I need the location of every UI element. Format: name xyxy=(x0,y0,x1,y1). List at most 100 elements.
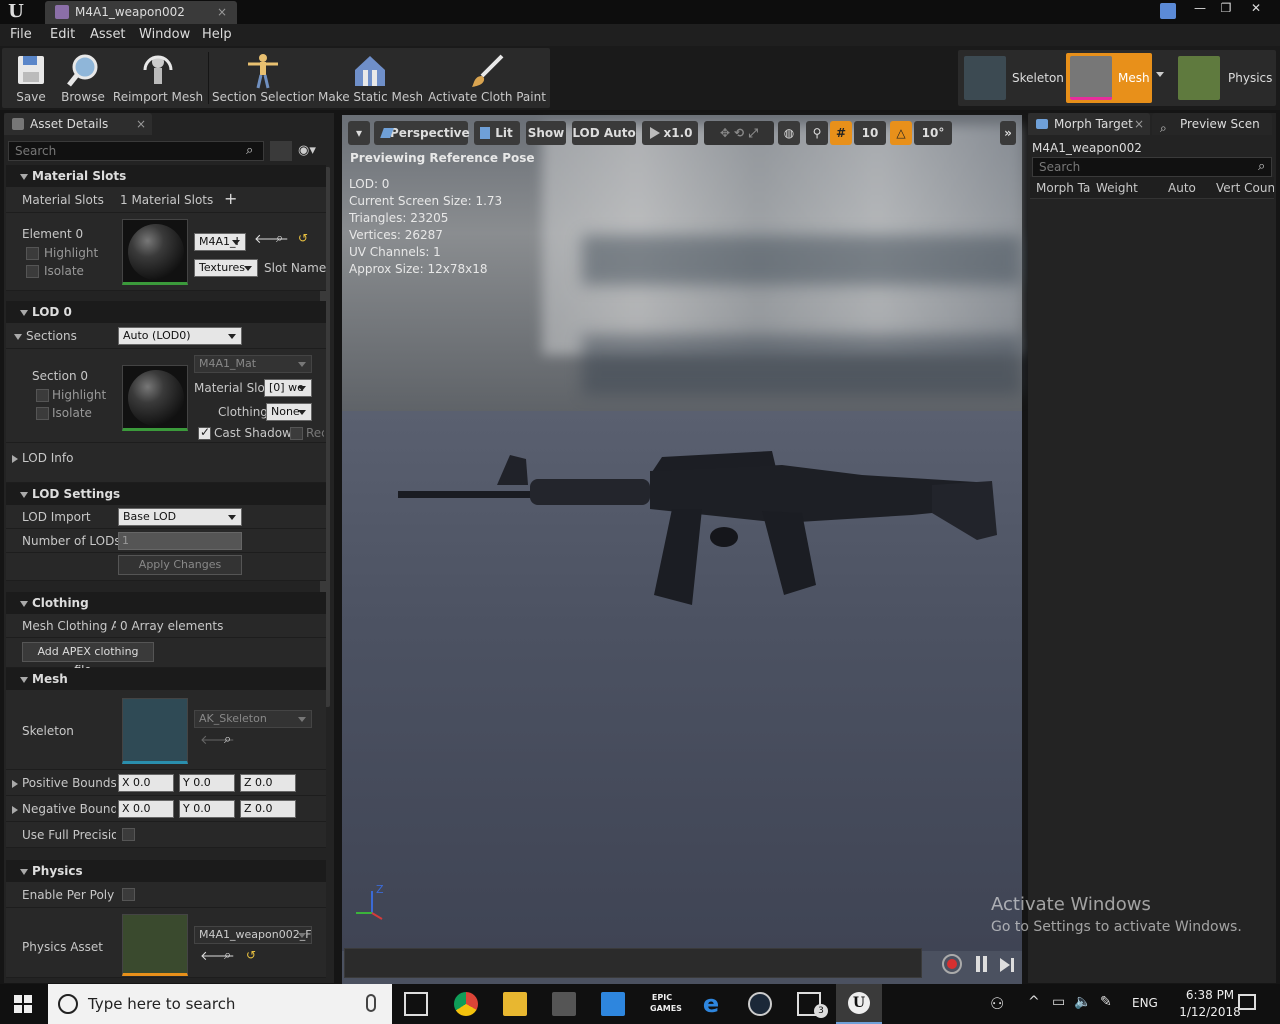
category-material-slots[interactable]: Material Slots xyxy=(6,165,326,187)
grid-snap-icon[interactable]: # xyxy=(830,121,852,145)
viewport[interactable]: ▾ Perspective Lit Show LOD Auto x1.0 ✥ ⟲… xyxy=(342,115,1022,985)
reimport-mesh-button[interactable]: Reimport Mesh xyxy=(112,48,204,108)
mode-skeleton[interactable]: Skeleton xyxy=(960,53,1066,103)
morph-search-input[interactable]: Search xyxy=(1032,157,1272,177)
lod-auto-button[interactable]: LOD Auto xyxy=(572,121,636,145)
isolate-checkbox[interactable] xyxy=(26,265,39,278)
close-morph-tab-icon[interactable]: × xyxy=(1134,113,1144,135)
clothing-combo[interactable]: None xyxy=(266,403,312,421)
category-mesh[interactable]: Mesh xyxy=(6,668,326,690)
world-local-icon[interactable]: ◍ xyxy=(778,121,800,145)
people-icon[interactable]: ⚇ xyxy=(990,994,1004,1013)
viewport-expand-icon[interactable]: » xyxy=(1000,121,1016,145)
tray-chevron-icon[interactable]: ^ xyxy=(1028,994,1040,1010)
unreal-taskbar-button[interactable]: U xyxy=(836,984,882,1024)
skeleton-browse-icon[interactable]: ⌕ xyxy=(224,732,231,747)
category-physics[interactable]: Physics xyxy=(6,860,326,882)
cast-shadows-checkbox[interactable] xyxy=(198,425,211,440)
minimize-button[interactable]: — xyxy=(1186,0,1214,18)
timeline-scrubber[interactable] xyxy=(344,948,922,978)
negative-bounds-label[interactable]: Negative Bounds I xyxy=(12,802,116,816)
playback-speed-button[interactable]: x1.0 xyxy=(642,121,698,145)
close-tab-icon[interactable]: × xyxy=(217,1,227,23)
recompute-checkbox[interactable] xyxy=(290,427,303,440)
use-selected-arrow-icon[interactable]: 🡐 xyxy=(254,231,289,247)
edge-icon[interactable]: e xyxy=(699,992,723,1016)
negative-bounds-y[interactable]: Y 0.0 xyxy=(179,800,235,818)
pause-button[interactable] xyxy=(974,954,990,974)
category-lod-settings[interactable]: LOD Settings xyxy=(6,483,326,505)
positive-bounds-label[interactable]: Positive Bounds E xyxy=(12,776,116,790)
sections-label[interactable]: Sections xyxy=(14,329,77,343)
num-lods-input[interactable]: 1 xyxy=(118,532,242,550)
asset-details-tab[interactable]: Asset Details × xyxy=(4,113,152,135)
windows-start-icon[interactable] xyxy=(14,995,32,1013)
column-auto[interactable]: Auto xyxy=(1168,181,1196,195)
positive-bounds-y[interactable]: Y 0.0 xyxy=(179,774,235,792)
language-indicator[interactable]: ENG xyxy=(1132,996,1158,1010)
reset-icon[interactable]: ↺ xyxy=(298,231,308,245)
per-poly-checkbox[interactable] xyxy=(122,888,135,901)
menu-help[interactable]: Help xyxy=(202,24,232,46)
network-icon[interactable]: ▭ xyxy=(1052,994,1065,1010)
browse-button[interactable]: Browse xyxy=(58,48,108,108)
physics-browse-icon[interactable]: ⌕ xyxy=(224,948,231,963)
chrome-icon[interactable] xyxy=(454,992,478,1016)
game-app-icon[interactable] xyxy=(552,992,576,1016)
ue-hat-icon[interactable] xyxy=(1160,3,1176,19)
mode-mesh[interactable]: Mesh xyxy=(1066,53,1152,103)
section-material-thumbnail[interactable] xyxy=(122,365,188,431)
save-button[interactable]: Save xyxy=(6,48,56,108)
section-selection-button[interactable]: Section Selection xyxy=(212,48,314,108)
menu-window[interactable]: Window xyxy=(139,24,190,46)
positive-bounds-z[interactable]: Z 0.0 xyxy=(240,774,296,792)
category-lod-0[interactable]: LOD 0 xyxy=(6,301,326,323)
document-tab[interactable]: M4A1_weapon002 × xyxy=(45,1,237,24)
menu-file[interactable]: File xyxy=(10,24,32,46)
apply-changes-button[interactable]: Apply Changes xyxy=(118,555,242,575)
close-panel-icon[interactable]: × xyxy=(136,113,146,135)
negative-bounds-x[interactable]: X 0.0 xyxy=(118,800,174,818)
view-options-icon[interactable] xyxy=(270,141,292,161)
category-clothing[interactable]: Clothing xyxy=(6,592,326,614)
notifications-icon[interactable] xyxy=(1238,994,1256,1010)
menu-edit[interactable]: Edit xyxy=(50,24,75,46)
sections-combo[interactable]: Auto (LOD0) xyxy=(118,327,242,345)
browse-search-icon[interactable]: ⌕ xyxy=(276,231,283,246)
menu-asset[interactable]: Asset xyxy=(90,24,126,46)
rotation-snap-icon[interactable]: △ xyxy=(890,121,912,145)
show-button[interactable]: Show xyxy=(526,121,566,145)
material-combo[interactable]: M4A1_I xyxy=(194,233,246,251)
add-icon[interactable]: + xyxy=(224,189,237,208)
lit-button[interactable]: Lit xyxy=(474,121,520,145)
lod-info-label[interactable]: LOD Info xyxy=(12,451,73,465)
rotation-snap-value[interactable]: 10° xyxy=(914,121,952,145)
preview-scene-tab[interactable]: ⌕ Preview Scen xyxy=(1152,113,1272,135)
details-search-input[interactable]: Search xyxy=(8,141,264,161)
physics-asset-thumbnail[interactable] xyxy=(122,914,188,976)
viewport-options-button[interactable]: ▾ xyxy=(348,121,370,145)
morph-target-tab[interactable]: Morph Target × xyxy=(1028,113,1150,135)
full-precision-checkbox[interactable] xyxy=(122,828,135,841)
physics-asset-combo[interactable]: M4A1_weapon002_F xyxy=(194,926,312,944)
mode-physics[interactable]: Physics xyxy=(1174,53,1274,103)
material-slot-combo[interactable]: [0] we xyxy=(264,379,312,397)
perspective-button[interactable]: Perspective xyxy=(374,121,470,145)
transform-tools[interactable]: ✥ ⟲ ⤢ xyxy=(704,121,774,145)
epic-games-icon[interactable]: EPIC GAMES xyxy=(650,992,682,1016)
positive-bounds-x[interactable]: X 0.0 xyxy=(118,774,174,792)
close-window-button[interactable]: ✕ xyxy=(1242,0,1270,18)
store-icon[interactable] xyxy=(601,992,625,1016)
record-button[interactable] xyxy=(942,954,962,974)
task-view-icon[interactable] xyxy=(404,992,428,1016)
grid-size-value[interactable]: 10 xyxy=(854,121,886,145)
eye-icon[interactable]: ◉▾ xyxy=(298,143,316,158)
column-vert-count[interactable]: Vert Coun xyxy=(1216,181,1274,195)
file-explorer-icon[interactable] xyxy=(503,992,527,1016)
pen-icon[interactable]: ✎ xyxy=(1100,994,1112,1010)
restore-button[interactable]: ❐ xyxy=(1212,0,1240,18)
highlight-checkbox[interactable] xyxy=(26,247,39,260)
add-apex-button[interactable]: Add APEX clothing file... xyxy=(22,642,154,676)
section-highlight-checkbox[interactable] xyxy=(36,389,49,402)
make-static-mesh-button[interactable]: Make Static Mesh xyxy=(318,48,422,108)
